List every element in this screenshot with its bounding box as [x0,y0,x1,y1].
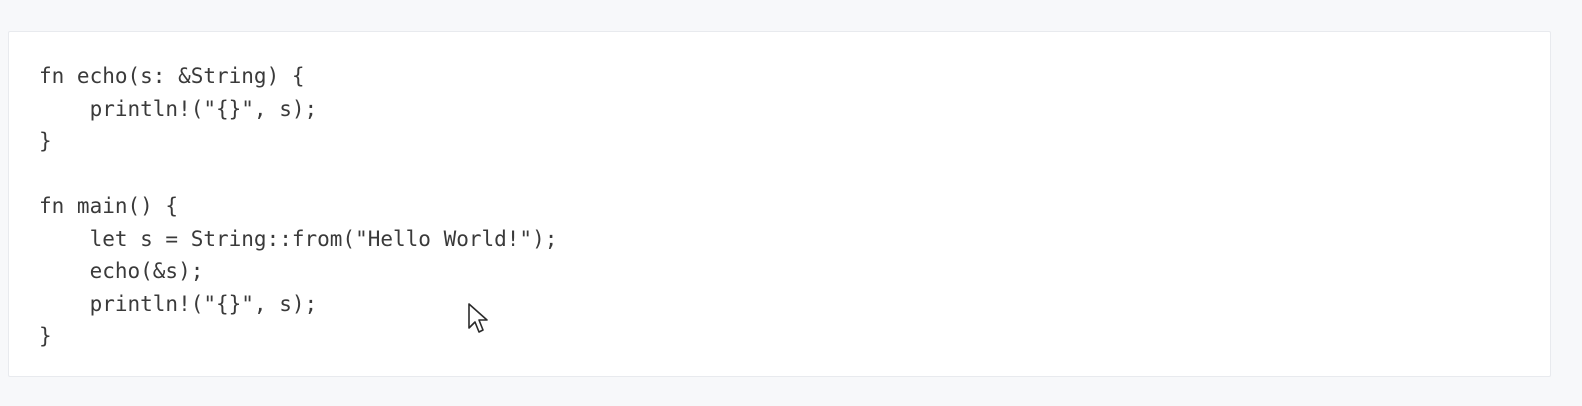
code-line: } [39,129,52,153]
mouse-pointer-icon [468,303,488,333]
code-line: let s = String::from("Hello World!"); [39,226,558,251]
code-line: fn main() { [39,194,179,218]
code-block: fn echo(s: &String) { println!("{}", s);… [8,31,1551,377]
code-line: println!("{}", s); [39,96,318,121]
code-line: echo(&s); [39,259,204,283]
code-line: fn echo(s: &String) { [39,64,305,88]
page: fn echo(s: &String) { println!("{}", s);… [0,0,1582,406]
